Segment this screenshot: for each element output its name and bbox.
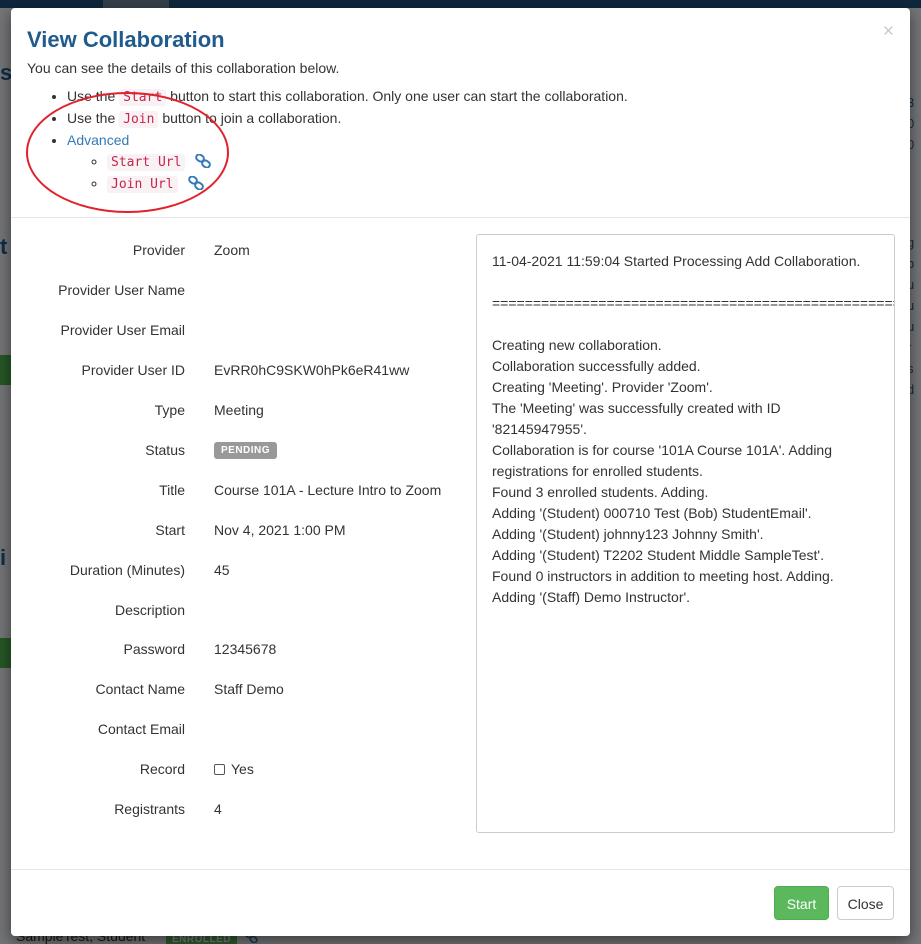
detail-label: Contact Name	[95, 681, 185, 697]
detail-label: Registrants	[114, 801, 185, 817]
detail-row-registrants: Registrants 4	[11, 801, 461, 821]
log-line: Collaboration successfully added.	[492, 358, 701, 374]
start-url-item: Start Url	[107, 151, 894, 173]
record-checkbox-label: Yes	[231, 761, 254, 777]
detail-label: Status	[145, 442, 185, 458]
detail-row-duration: Duration (Minutes) 45	[11, 562, 461, 582]
detail-label: Provider User ID	[81, 362, 185, 378]
detail-label: Description	[114, 602, 185, 618]
detail-row-contact-name: Contact Name Staff Demo	[11, 681, 461, 701]
modal-footer: Start Close	[11, 869, 910, 936]
detail-row-provider: Provider Zoom	[11, 242, 461, 262]
detail-label: Duration (Minutes)	[69, 562, 185, 578]
help-item-join: Use the Join button to join a collaborat…	[67, 108, 894, 130]
close-icon[interactable]: ×	[883, 22, 894, 42]
detail-row-type: Type Meeting	[11, 402, 461, 422]
advanced-url-list: Start Url Join Url	[67, 151, 894, 195]
log-line: The 'Meeting' was successfully created w…	[492, 400, 785, 437]
modal-header: View Collaboration × You can see the det…	[11, 8, 910, 218]
detail-row-password: Password 12345678	[11, 641, 461, 661]
detail-row-title: Title Course 101A - Lecture Intro to Zoo…	[11, 482, 461, 502]
detail-row-description: Description	[11, 602, 461, 622]
modal-title: View Collaboration	[27, 27, 225, 52]
detail-label: Password	[123, 641, 185, 657]
help-item-advanced: Advanced Start Url Join Url	[67, 130, 894, 195]
detail-label: Provider User Email	[60, 322, 185, 338]
modal-body: Provider Zoom Provider User Name Provide…	[11, 218, 910, 869]
log-line: Adding '(Student) 000710 Test (Bob) Stud…	[492, 505, 812, 521]
log-line: Adding '(Student) johnny123 Johnny Smith…	[492, 526, 764, 542]
log-line: Found 3 enrolled students. Adding.	[492, 484, 709, 500]
record-checkbox	[214, 764, 225, 775]
detail-label: Type	[154, 402, 185, 418]
view-collaboration-modal: View Collaboration × You can see the det…	[11, 8, 910, 936]
detail-value: Yes	[214, 761, 254, 777]
start-button[interactable]: Start	[774, 886, 829, 920]
detail-row-contact-email: Contact Email	[11, 721, 461, 741]
join-url-link-icon[interactable]	[187, 175, 204, 191]
detail-value: Meeting	[214, 402, 264, 418]
join-url-item: Join Url	[107, 173, 894, 195]
start-url-label: Start Url	[107, 154, 186, 171]
detail-value: Course 101A - Lecture Intro to Zoom	[214, 482, 442, 498]
start-url-link-icon[interactable]	[195, 153, 212, 169]
detail-label: Title	[159, 482, 185, 498]
detail-label: Start	[155, 522, 185, 538]
status-badge: PENDING	[214, 442, 278, 459]
detail-label: Provider User Name	[58, 282, 185, 298]
join-code: Join	[119, 111, 159, 128]
help-item-start: Use the Start button to start this colla…	[67, 86, 894, 108]
detail-value: 12345678	[214, 641, 277, 657]
detail-row-start: Start Nov 4, 2021 1:00 PM	[11, 522, 461, 542]
help-list: Use the Start button to start this colla…	[27, 86, 894, 195]
detail-row-provider-user-id: Provider User ID EvRR0hC9SKW0hPk6eR41ww	[11, 362, 461, 382]
detail-row-provider-user-name: Provider User Name	[11, 282, 461, 302]
log-separator: ========================================…	[492, 295, 894, 311]
detail-label: Record	[139, 761, 185, 777]
detail-row-record: Record Yes	[11, 761, 461, 781]
log-line: Adding '(Staff) Demo Instructor'.	[492, 589, 691, 605]
detail-row-provider-user-email: Provider User Email	[11, 322, 461, 342]
detail-value: EvRR0hC9SKW0hPk6eR41ww	[214, 362, 410, 378]
detail-value: Staff Demo	[214, 681, 284, 697]
detail-value: 45	[214, 562, 230, 578]
detail-row-status: Status PENDING	[11, 442, 461, 462]
detail-label: Contact Email	[97, 721, 185, 737]
log-header: 11-04-2021 11:59:04 Started Processing A…	[492, 253, 861, 269]
log-line: Creating 'Meeting'. Provider 'Zoom'.	[492, 379, 713, 395]
advanced-link[interactable]: Advanced	[67, 132, 129, 148]
join-url-label: Join Url	[107, 176, 178, 193]
log-line: Found 0 instructors in addition to meeti…	[492, 568, 834, 584]
log-line: Creating new collaboration.	[492, 337, 662, 353]
detail-value: PENDING	[214, 442, 278, 459]
modal-subtitle: You can see the details of this collabor…	[27, 60, 340, 76]
processing-log-panel[interactable]: 11-04-2021 11:59:04 Started Processing A…	[476, 234, 895, 833]
start-code: Start	[119, 89, 167, 106]
detail-value: Zoom	[214, 242, 250, 258]
log-line: Collaboration is for course '101A Course…	[492, 442, 836, 479]
log-lines: Creating new collaboration. Collaboratio…	[492, 335, 879, 608]
detail-label: Provider	[132, 242, 185, 258]
log-line: Adding '(Student) T2202 Student Middle S…	[492, 547, 824, 563]
detail-value: Nov 4, 2021 1:00 PM	[214, 522, 346, 538]
detail-value: 4	[214, 801, 222, 817]
close-button[interactable]: Close	[837, 886, 894, 920]
